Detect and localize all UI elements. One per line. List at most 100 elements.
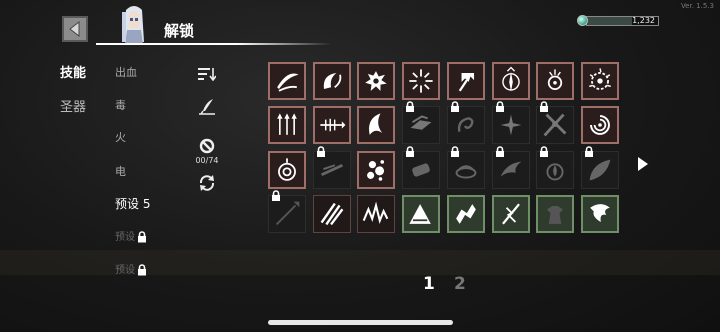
lock-icon <box>495 145 504 157</box>
refresh-icon <box>199 175 215 191</box>
next-page-button[interactable] <box>636 155 650 173</box>
lock-icon <box>584 145 593 157</box>
lock-icon <box>450 101 459 113</box>
skill-slot[interactable] <box>357 62 396 100</box>
skill-slot[interactable] <box>268 150 306 189</box>
target-orb-icon <box>278 157 296 181</box>
skill-slot[interactable] <box>312 194 351 233</box>
crossed-blades-icon <box>543 113 567 137</box>
skill-slot[interactable] <box>402 101 441 145</box>
skill-slot[interactable] <box>536 145 575 189</box>
shockwave-icon <box>409 204 431 224</box>
category-bleed[interactable]: 出血 <box>115 64 137 80</box>
vortex-icon <box>589 115 610 136</box>
preset-label: 预设 <box>115 232 135 243</box>
golem-icon <box>547 205 564 224</box>
wing-icon <box>500 161 521 177</box>
compass-icon <box>501 66 520 92</box>
skill-slot[interactable] <box>312 62 351 100</box>
category-preset-locked-2[interactable]: 预设 <box>115 261 147 276</box>
category-electric[interactable]: 电 <box>115 163 126 179</box>
coil-icon <box>455 164 477 179</box>
skill-slot[interactable] <box>536 194 575 233</box>
skill-slot[interactable] <box>402 62 441 100</box>
ban-button[interactable] <box>192 138 222 154</box>
skill-slot[interactable] <box>268 62 306 100</box>
lock-icon <box>138 231 146 243</box>
lock-icon <box>138 264 146 276</box>
sort-icon <box>198 68 216 81</box>
sort-button[interactable] <box>192 67 222 81</box>
skill-slot[interactable] <box>446 194 485 233</box>
skill-slot[interactable] <box>357 150 396 189</box>
category-preset-5[interactable]: 预设 5 <box>115 195 150 212</box>
tab-relics[interactable]: 圣器 <box>60 96 86 115</box>
skill-slot[interactable] <box>536 62 575 100</box>
orb-spikes-icon <box>548 69 563 90</box>
chain-icon <box>455 204 476 224</box>
ammo-icon <box>412 163 430 177</box>
burst-icon <box>409 69 433 93</box>
curl-icon <box>457 117 474 133</box>
leaf-icon <box>589 159 611 181</box>
trident-icon <box>458 72 474 92</box>
crescent-icon <box>369 113 383 136</box>
gem-icon <box>577 15 588 26</box>
skill-slot[interactable] <box>268 106 306 145</box>
currency-display: 1,232 <box>577 14 659 28</box>
back-button[interactable] <box>62 16 88 42</box>
skill-slot[interactable] <box>402 194 441 233</box>
arrows-icon <box>277 113 297 136</box>
play-arrow-icon <box>638 157 648 171</box>
skill-slot[interactable] <box>491 101 530 145</box>
currency-value: 1,232 <box>632 16 655 25</box>
refresh-button[interactable] <box>192 174 222 192</box>
page-title: 解锁 <box>164 22 195 40</box>
skill-slot[interactable] <box>312 106 351 145</box>
claw-icon <box>320 202 344 226</box>
ban-count: 00/74 <box>195 156 219 165</box>
slash-arc-icon <box>277 73 299 92</box>
category-fire[interactable]: 火 <box>115 129 126 145</box>
skill-slot[interactable] <box>446 62 485 100</box>
character-avatar <box>112 4 156 46</box>
skill-slot[interactable] <box>580 194 619 233</box>
currency-bar: 1,232 <box>586 16 659 26</box>
skill-slot[interactable] <box>491 62 530 100</box>
tab-skills[interactable]: 技能 <box>60 62 86 81</box>
splatter-icon <box>365 71 388 91</box>
skill-slot[interactable] <box>491 194 530 233</box>
category-poison[interactable]: 毒 <box>115 97 126 113</box>
thorn-ring-icon <box>588 68 611 90</box>
edit-button[interactable] <box>192 98 222 116</box>
splash-icon <box>367 159 385 181</box>
quill-icon <box>199 99 215 115</box>
star-blade-icon <box>500 114 521 136</box>
skill-slot[interactable] <box>491 145 530 189</box>
ban-icon <box>199 138 215 154</box>
lightning-sword-icon <box>501 203 520 225</box>
home-indicator[interactable] <box>268 320 453 325</box>
skill-slot[interactable] <box>580 106 619 145</box>
zigzag-icon <box>363 201 389 224</box>
skill-slot[interactable] <box>536 101 575 145</box>
lock-icon <box>540 145 549 157</box>
skill-slot[interactable] <box>357 194 396 233</box>
page-2[interactable]: 2 <box>454 274 466 294</box>
background-band <box>0 250 720 275</box>
skill-slot[interactable] <box>580 145 619 189</box>
lock-icon <box>316 145 325 157</box>
category-preset-locked-1[interactable]: 预设 <box>115 228 147 243</box>
preset-label: 预设 <box>115 265 135 276</box>
skill-slot[interactable] <box>268 190 306 233</box>
page-1[interactable]: 1 <box>423 274 435 294</box>
skill-slot[interactable] <box>446 145 485 189</box>
flame-orb-icon <box>546 162 564 181</box>
skill-slot[interactable] <box>312 145 351 189</box>
dash-icon <box>320 163 343 176</box>
skill-slot[interactable] <box>446 101 485 145</box>
skill-slot[interactable] <box>357 106 396 145</box>
skill-slot[interactable] <box>402 145 441 189</box>
version-label: Ver. 1.5.3 <box>680 2 714 10</box>
skill-slot[interactable] <box>580 62 619 100</box>
